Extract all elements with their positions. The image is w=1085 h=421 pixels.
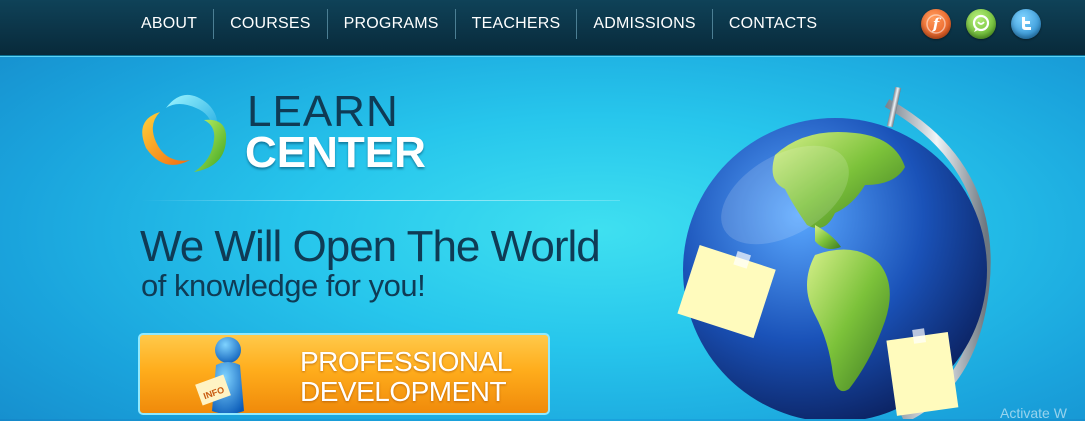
flickr-like-icon: f (926, 14, 946, 34)
nav-item-admissions[interactable]: ADMISSIONS (577, 9, 713, 39)
divider (140, 200, 620, 201)
logo-word-center: CENTER (245, 128, 426, 177)
nav-item-programs[interactable]: PROGRAMS (328, 9, 456, 39)
cta-label: PROFESSIONAL DEVELOPMENT (300, 347, 512, 407)
top-navigation-bar: ABOUT COURSES PROGRAMS TEACHERS ADMISSIO… (0, 0, 1085, 56)
nav-item-about[interactable]: ABOUT (125, 9, 215, 39)
learn-center-logo-mark (142, 94, 227, 172)
main-menu: ABOUT COURSES PROGRAMS TEACHERS ADMISSIO… (125, 9, 833, 39)
nav-item-courses[interactable]: COURSES (214, 9, 328, 39)
hero-headline: We Will Open The World (140, 222, 601, 271)
professional-development-button[interactable]: INFO PROFESSIONAL DEVELOPMENT (138, 333, 550, 415)
twitter-bird-icon (1022, 17, 1031, 30)
hero-subline: of knowledge for you! (141, 268, 426, 303)
nav-item-contacts[interactable]: CONTACTS (713, 9, 833, 39)
nav-item-teachers[interactable]: TEACHERS (456, 9, 578, 39)
cta-label-line1: PROFESSIONAL (300, 346, 512, 377)
globe-illustration (677, 86, 991, 419)
cta-label-line2: DEVELOPMENT (300, 376, 507, 407)
social-button-flickr[interactable]: f (921, 9, 951, 39)
social-button-twitter[interactable] (1011, 9, 1041, 39)
chat-icon (972, 14, 990, 32)
svg-text:f: f (932, 15, 942, 33)
social-button-chat[interactable] (966, 9, 996, 39)
info-person-icon: INFO (195, 337, 244, 413)
